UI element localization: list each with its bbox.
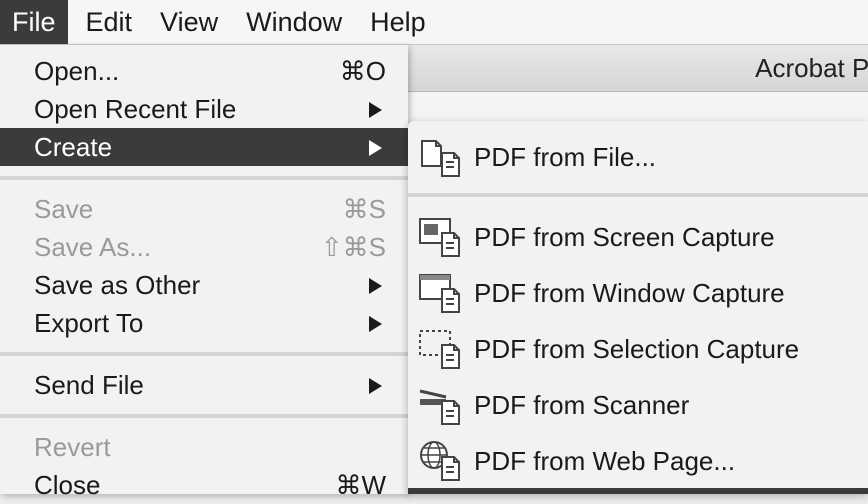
app-title-bar: Acrobat Pr — [405, 45, 868, 92]
menu-separator — [0, 414, 408, 418]
menu-edit[interactable]: Edit — [68, 0, 147, 44]
submenu-item-label: PDF from Screen Capture — [474, 222, 775, 252]
menu-item-label: Revert — [34, 432, 111, 462]
submenu-arrow-icon — [369, 278, 382, 294]
submenu-item-label: PDF from Scanner — [474, 390, 690, 420]
menu-item-close[interactable]: Close ⌘W — [0, 466, 408, 504]
submenu-arrow-icon — [369, 316, 382, 332]
menu-item-export-to[interactable]: Export To — [0, 304, 408, 342]
menu-item-create[interactable]: Create — [0, 128, 408, 166]
submenu-next-item-highlight — [408, 488, 868, 494]
submenu-item-label: PDF from Window Capture — [474, 278, 785, 308]
menu-item-label: Create — [34, 132, 113, 162]
menu-view[interactable]: View — [146, 0, 232, 44]
menu-separator — [408, 193, 868, 197]
submenu-item-label: PDF from Selection Capture — [474, 334, 800, 364]
menu-item-label: Save as Other — [34, 270, 201, 300]
submenu-item-pdf-from-web-page[interactable]: PDF from Web Page... — [408, 433, 868, 483]
shortcut-label: ⌘W — [335, 470, 386, 500]
menu-item-label: Send File — [34, 370, 144, 400]
window-capture-icon — [419, 274, 460, 313]
web-page-icon — [420, 441, 460, 481]
menu-item-open[interactable]: Open... ⌘O — [0, 52, 408, 90]
submenu-item-pdf-from-window-capture[interactable]: PDF from Window Capture — [408, 265, 868, 315]
selection-capture-icon — [419, 330, 460, 369]
menu-item-label: Open Recent File — [34, 94, 237, 124]
menu-item-send-file[interactable]: Send File — [0, 366, 408, 404]
menu-window[interactable]: Window — [232, 0, 356, 44]
shortcut-label: ⇧⌘S — [320, 232, 386, 262]
submenu-arrow-icon — [369, 378, 382, 394]
menu-item-save[interactable]: Save ⌘S — [0, 190, 408, 228]
submenu-item-pdf-from-screen-capture[interactable]: PDF from Screen Capture — [408, 209, 868, 259]
submenu-item-pdf-from-selection-capture[interactable]: PDF from Selection Capture — [408, 321, 868, 371]
create-submenu: PDF from File... PDF from Screen Capture… — [408, 121, 868, 494]
submenu-item-pdf-from-file[interactable]: PDF from File... — [408, 129, 868, 179]
submenu-item-label: PDF from Web Page... — [474, 446, 736, 476]
menu-bar: File Edit View Window Help — [0, 0, 868, 45]
menu-help[interactable]: Help — [356, 0, 440, 44]
menu-separator — [0, 352, 408, 356]
app-title: Acrobat Pr — [755, 53, 868, 83]
shortcut-label: ⌘S — [342, 194, 386, 224]
menu-item-label: Close — [34, 470, 101, 500]
menu-item-revert[interactable]: Revert — [0, 428, 408, 466]
pdf-from-file-icon — [421, 140, 460, 177]
menu-item-label: Open... — [34, 56, 120, 86]
file-menu: Open... ⌘O Open Recent File Create Save … — [0, 45, 408, 500]
scanner-icon — [419, 389, 460, 425]
shortcut-label: ⌘O — [339, 56, 386, 86]
submenu-arrow-icon — [369, 140, 382, 156]
screen-capture-icon — [419, 218, 460, 257]
submenu-arrow-icon — [369, 102, 382, 118]
menu-item-save-as[interactable]: Save As... ⇧⌘S — [0, 228, 408, 266]
menu-item-label: Save As... — [34, 232, 152, 262]
submenu-item-label: PDF from File... — [474, 142, 657, 172]
menu-file[interactable]: File — [0, 0, 68, 44]
menu-separator — [0, 176, 408, 180]
menu-item-open-recent[interactable]: Open Recent File — [0, 90, 408, 128]
menu-item-save-as-other[interactable]: Save as Other — [0, 266, 408, 304]
menu-item-label: Save — [34, 194, 94, 224]
submenu-item-pdf-from-scanner[interactable]: PDF from Scanner — [408, 377, 868, 427]
menu-item-label: Export To — [34, 308, 144, 338]
